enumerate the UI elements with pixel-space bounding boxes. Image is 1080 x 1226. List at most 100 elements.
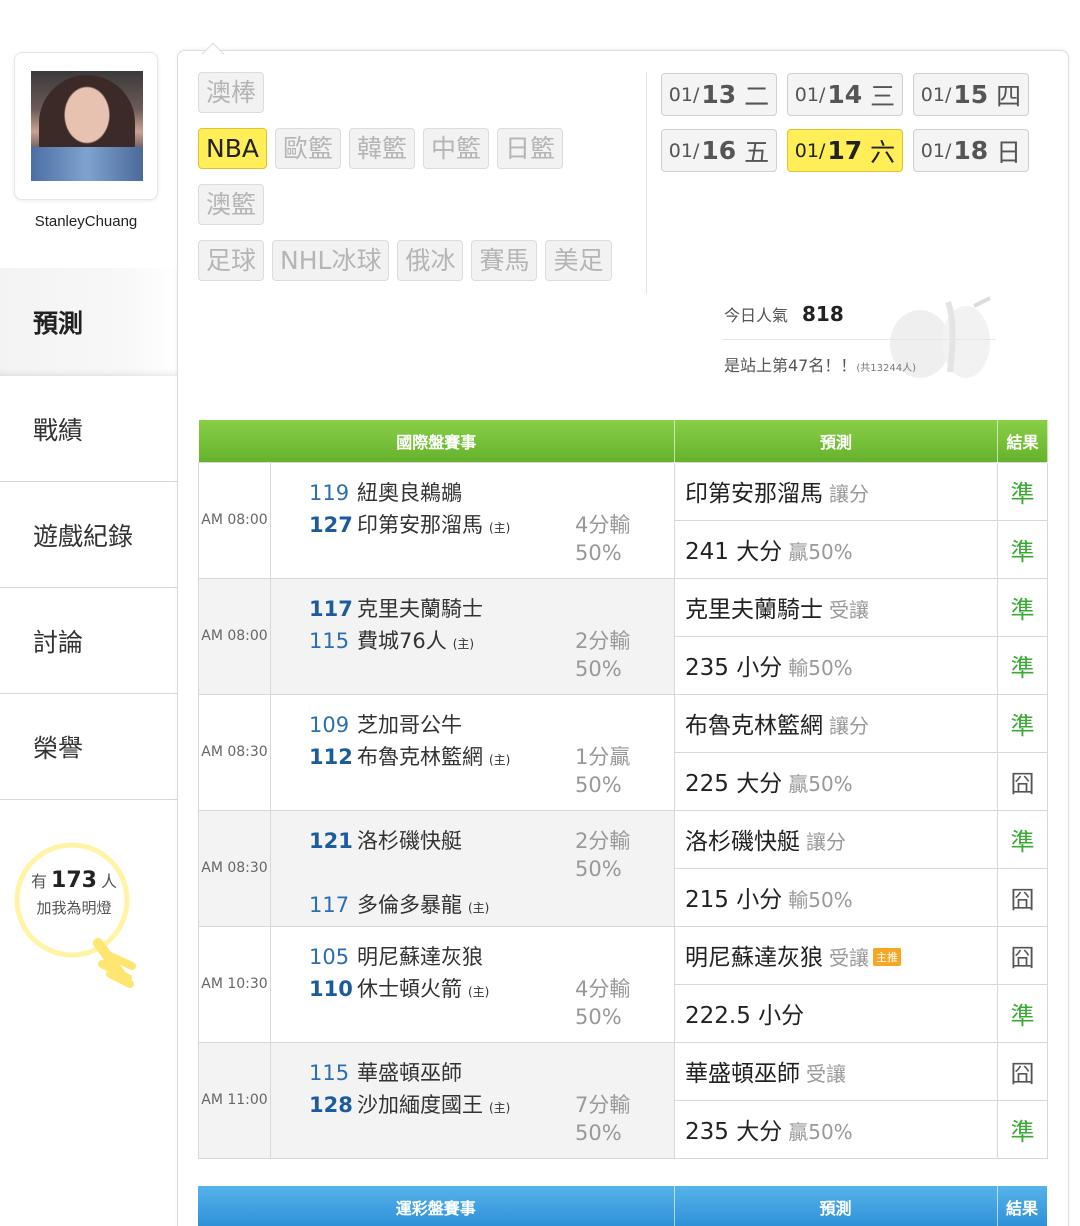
- table-row: AM 08:30 109 芝加哥公牛 112 布魯克林籃網 (主) 1分贏 50% 布魯克林籃網…: [198, 693, 1049, 811]
- host-mark: (主): [468, 900, 490, 915]
- pick-spread[interactable]: 克里夫蘭騎士 受讓: [674, 577, 999, 637]
- pick-total-outcome: 贏50%: [788, 1120, 853, 1144]
- date-button-0117[interactable]: 01/17 六: [787, 129, 903, 172]
- popularity-value: 818: [802, 302, 844, 326]
- pick-spread[interactable]: 印第安那溜馬 讓分: [674, 461, 999, 521]
- col-header-result: 結果: [997, 420, 1049, 462]
- lottery-games-table: 運彩盤賽事 預測 結果: [198, 1186, 1048, 1226]
- pick-total-outcome: 輸50%: [788, 888, 853, 912]
- date-button-0118[interactable]: 01/18 日: [913, 129, 1029, 172]
- avatar[interactable]: [31, 71, 143, 181]
- home-team: 115 費城76人 (主): [309, 625, 474, 655]
- spread-pct: 50%: [575, 1120, 622, 1145]
- sport-tab-aus-baseball[interactable]: 澳棒: [198, 72, 265, 113]
- fans-suffix: 人: [100, 872, 117, 891]
- home-score: 110: [309, 976, 353, 1001]
- home-team: 127 印第安那溜馬 (主): [309, 509, 510, 539]
- home-score: 112: [309, 744, 353, 769]
- date-button-0115[interactable]: 01/15 四: [913, 73, 1029, 116]
- home-team: 128 沙加緬度國王 (主): [309, 1089, 510, 1119]
- game-matchup[interactable]: 121 洛杉磯快艇 117 多倫多暴龍 (主) 2分輸 50%: [269, 809, 676, 927]
- pick-spread[interactable]: 華盛頓巫師 受讓: [674, 1041, 999, 1101]
- pick-total[interactable]: 235 小分 輸50%: [674, 635, 999, 695]
- result-mark: 準: [997, 635, 1049, 695]
- pick-total[interactable]: 225 大分 贏50%: [674, 751, 999, 811]
- nav-item-game-log[interactable]: 遊戲紀錄: [0, 482, 177, 588]
- home-team-name: 費城76人: [357, 628, 447, 653]
- pick-total[interactable]: 241 大分 贏50%: [674, 519, 999, 579]
- game-matchup[interactable]: 109 芝加哥公牛 112 布魯克林籃網 (主) 1分贏 50%: [269, 693, 676, 811]
- nav-item-record[interactable]: 戰績: [0, 376, 177, 482]
- date-button-0116[interactable]: 01/16 五: [661, 129, 777, 172]
- fans-box[interactable]: 有 173 人 加我為明燈: [14, 868, 134, 918]
- game-matchup[interactable]: 117 克里夫蘭騎士 115 費城76人 (主) 2分輸 50%: [269, 577, 676, 695]
- host-mark: (主): [452, 636, 475, 651]
- sport-tab-nhl[interactable]: NHL冰球: [272, 240, 390, 281]
- nav-item-discussion[interactable]: 討論: [0, 588, 177, 694]
- host-mark: (主): [468, 984, 490, 999]
- game-matchup[interactable]: 105 明尼蘇達灰狼 110 休士頓火箭 (主) 4分輸 50%: [269, 925, 676, 1043]
- home-team-name: 印第安那溜馬: [357, 512, 483, 537]
- sport-tab-american-football[interactable]: 美足: [545, 240, 612, 281]
- away-team-name: 紐奧良鵜鶘: [357, 480, 462, 505]
- away-score: 109: [309, 712, 350, 737]
- pick-type: 受讓: [829, 946, 870, 970]
- avatar-card[interactable]: [14, 52, 158, 200]
- pick-total[interactable]: 215 小分 輸50%: [674, 867, 999, 927]
- game-matchup[interactable]: 119 紐奧良鵜鶘 127 印第安那溜馬 (主) 4分輸 50%: [269, 461, 676, 579]
- pick-spread[interactable]: 明尼蘇達灰狼 受讓 主推: [674, 925, 999, 985]
- game-time: AM 10:30: [198, 925, 271, 1043]
- pick-total-outcome: 輸50%: [788, 656, 853, 680]
- host-mark: (主): [489, 1100, 511, 1115]
- pick-team: 克里夫蘭騎士: [685, 597, 824, 623]
- sport-tab-horse-racing[interactable]: 賽馬: [471, 240, 538, 281]
- pick-total[interactable]: 222.5 小分: [674, 983, 999, 1043]
- date-button-0114[interactable]: 01/14 三: [787, 73, 903, 116]
- pick-total-line: 225 大分: [685, 771, 783, 797]
- nav-item-predict[interactable]: 預測: [0, 268, 177, 376]
- lightbulb-icon[interactable]: [10, 838, 140, 998]
- result-mark: 囧: [997, 925, 1049, 985]
- result-mark: 囧: [997, 751, 1049, 811]
- away-team-name: 華盛頓巫師: [357, 1060, 462, 1085]
- sport-tab-aus-basketball[interactable]: 澳籃: [198, 184, 265, 225]
- result-mark: 囧: [997, 1041, 1049, 1101]
- game-time: AM 08:00: [198, 461, 271, 579]
- pick-type: 受讓: [829, 598, 870, 622]
- result-mark: 準: [997, 519, 1049, 579]
- away-team: 115 華盛頓巫師: [309, 1057, 462, 1087]
- username[interactable]: StanleyChuang: [0, 213, 172, 230]
- home-score: 117: [309, 892, 350, 917]
- sport-tab-japan-basketball[interactable]: 日籃: [497, 128, 564, 169]
- sport-tab-nba[interactable]: NBA: [198, 128, 267, 169]
- date-button-0113[interactable]: 01/13 二: [661, 73, 777, 116]
- away-score: 105: [309, 944, 350, 969]
- sport-tab-euro-basketball[interactable]: 歐籃: [274, 128, 341, 169]
- home-team: 110 休士頓火箭 (主): [309, 973, 489, 1003]
- nav-item-honor[interactable]: 榮譽: [0, 694, 177, 800]
- pick-spread[interactable]: 洛杉磯快艇 讓分: [674, 809, 999, 869]
- pick-team: 明尼蘇達灰狼: [685, 945, 824, 971]
- col-header-lottery-prediction: 預測: [674, 1186, 998, 1226]
- intl-games-table: 國際盤賽事 預測 結果 AM 08:00 119 紐奧良鵜鶘 127 印第安那溜馬 (主)…: [198, 420, 1049, 1159]
- pick-total[interactable]: 235 大分 贏50%: [674, 1099, 999, 1159]
- col-header-lottery-games: 運彩盤賽事: [198, 1186, 675, 1226]
- sport-tab-korea-basketball[interactable]: 韓籃: [348, 128, 415, 169]
- sport-tab-soccer[interactable]: 足球: [198, 240, 265, 281]
- spread-pct: 50%: [575, 540, 622, 565]
- spread-result: 7分輸: [575, 1092, 631, 1117]
- spread-pct: 50%: [575, 656, 622, 681]
- table-row: AM 11:00 115 華盛頓巫師 128 沙加緬度國王 (主) 7分輸 50% 華盛頓巫師受…: [198, 1041, 1049, 1159]
- pick-spread[interactable]: 布魯克林籃網 讓分: [674, 693, 999, 753]
- away-team: 109 芝加哥公牛: [309, 709, 462, 739]
- table-row: AM 08:00 117 克里夫蘭騎士 115 費城76人 (主) 2分輸 50% 克里夫蘭騎士…: [198, 577, 1049, 695]
- col-header-prediction: 預測: [674, 420, 999, 462]
- pick-type: 讓分: [806, 830, 847, 854]
- away-team: 105 明尼蘇達灰狼: [309, 941, 483, 971]
- sport-tab-russia-hockey[interactable]: 俄冰: [397, 240, 464, 281]
- sport-tab-china-basketball[interactable]: 中籃: [423, 128, 490, 169]
- pick-team: 洛杉磯快艇: [685, 829, 801, 855]
- away-team-name: 明尼蘇達灰狼: [357, 944, 483, 969]
- away-score: 117: [309, 596, 353, 621]
- game-matchup[interactable]: 115 華盛頓巫師 128 沙加緬度國王 (主) 7分輸 50%: [269, 1041, 676, 1159]
